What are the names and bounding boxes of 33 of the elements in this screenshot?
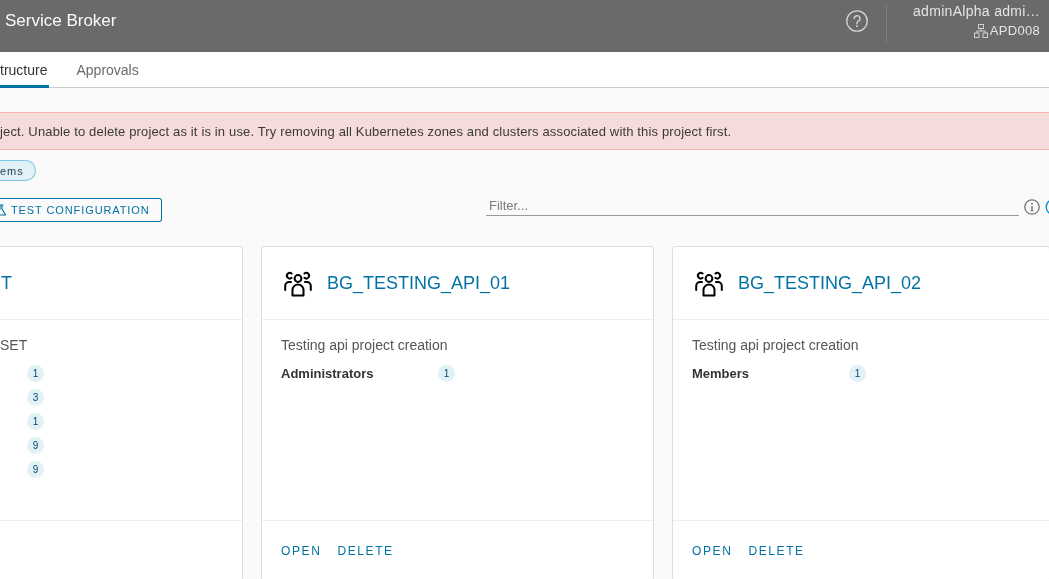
action-link[interactable]: DELETE — [748, 543, 805, 558]
project-title-link[interactable]: BG_TESTING_API_01 — [327, 272, 511, 294]
count-badge: 9 — [27, 436, 44, 454]
count-badge: 3 — [27, 388, 44, 406]
flask-icon — [0, 204, 7, 216]
project-description: SET — [0, 336, 29, 354]
app-title: Service Broker — [5, 10, 117, 32]
ring-icon[interactable] — [1045, 199, 1049, 215]
member-role-label: Administrators — [281, 365, 375, 381]
project-description: Testing api project creation — [692, 336, 860, 354]
member-role-label: Members — [692, 365, 751, 381]
user-name[interactable]: adminAlpha admi… — [913, 1, 1040, 21]
count-badge: 1 — [438, 364, 455, 382]
tab[interactable]: tructure — [0, 52, 50, 88]
alert-message: ject. Unable to delete project as it is in use. Try removing all Kubernetes zones and clusters associated with this project first. — [0, 123, 732, 139]
tab[interactable]: Approvals — [76, 52, 141, 88]
count-badge: 9 — [27, 460, 44, 478]
filter-field[interactable]: Filter... — [486, 196, 1019, 216]
action-link[interactable]: DELETE — [337, 543, 394, 558]
project-title-link[interactable]: BG_TESTING_API_02 — [738, 272, 922, 294]
test-configuration-button[interactable]: TEST CONFIGURATION — [0, 198, 162, 222]
organization-name: APD008 — [989, 22, 1040, 40]
project-title-link[interactable]: T — [1, 272, 12, 294]
project-description: Testing api project creation — [281, 336, 449, 354]
filter-chip[interactable]: ems — [0, 160, 36, 181]
count-badge: 1 — [849, 364, 866, 382]
info-icon[interactable] — [1024, 199, 1040, 215]
hierarchy-icon — [973, 24, 988, 38]
action-link[interactable]: OPEN — [281, 543, 322, 558]
count-badge: 1 — [27, 364, 44, 382]
action-link[interactable]: OPEN — [692, 543, 733, 558]
help-icon[interactable] — [846, 10, 868, 32]
count-badge: 1 — [27, 412, 44, 430]
